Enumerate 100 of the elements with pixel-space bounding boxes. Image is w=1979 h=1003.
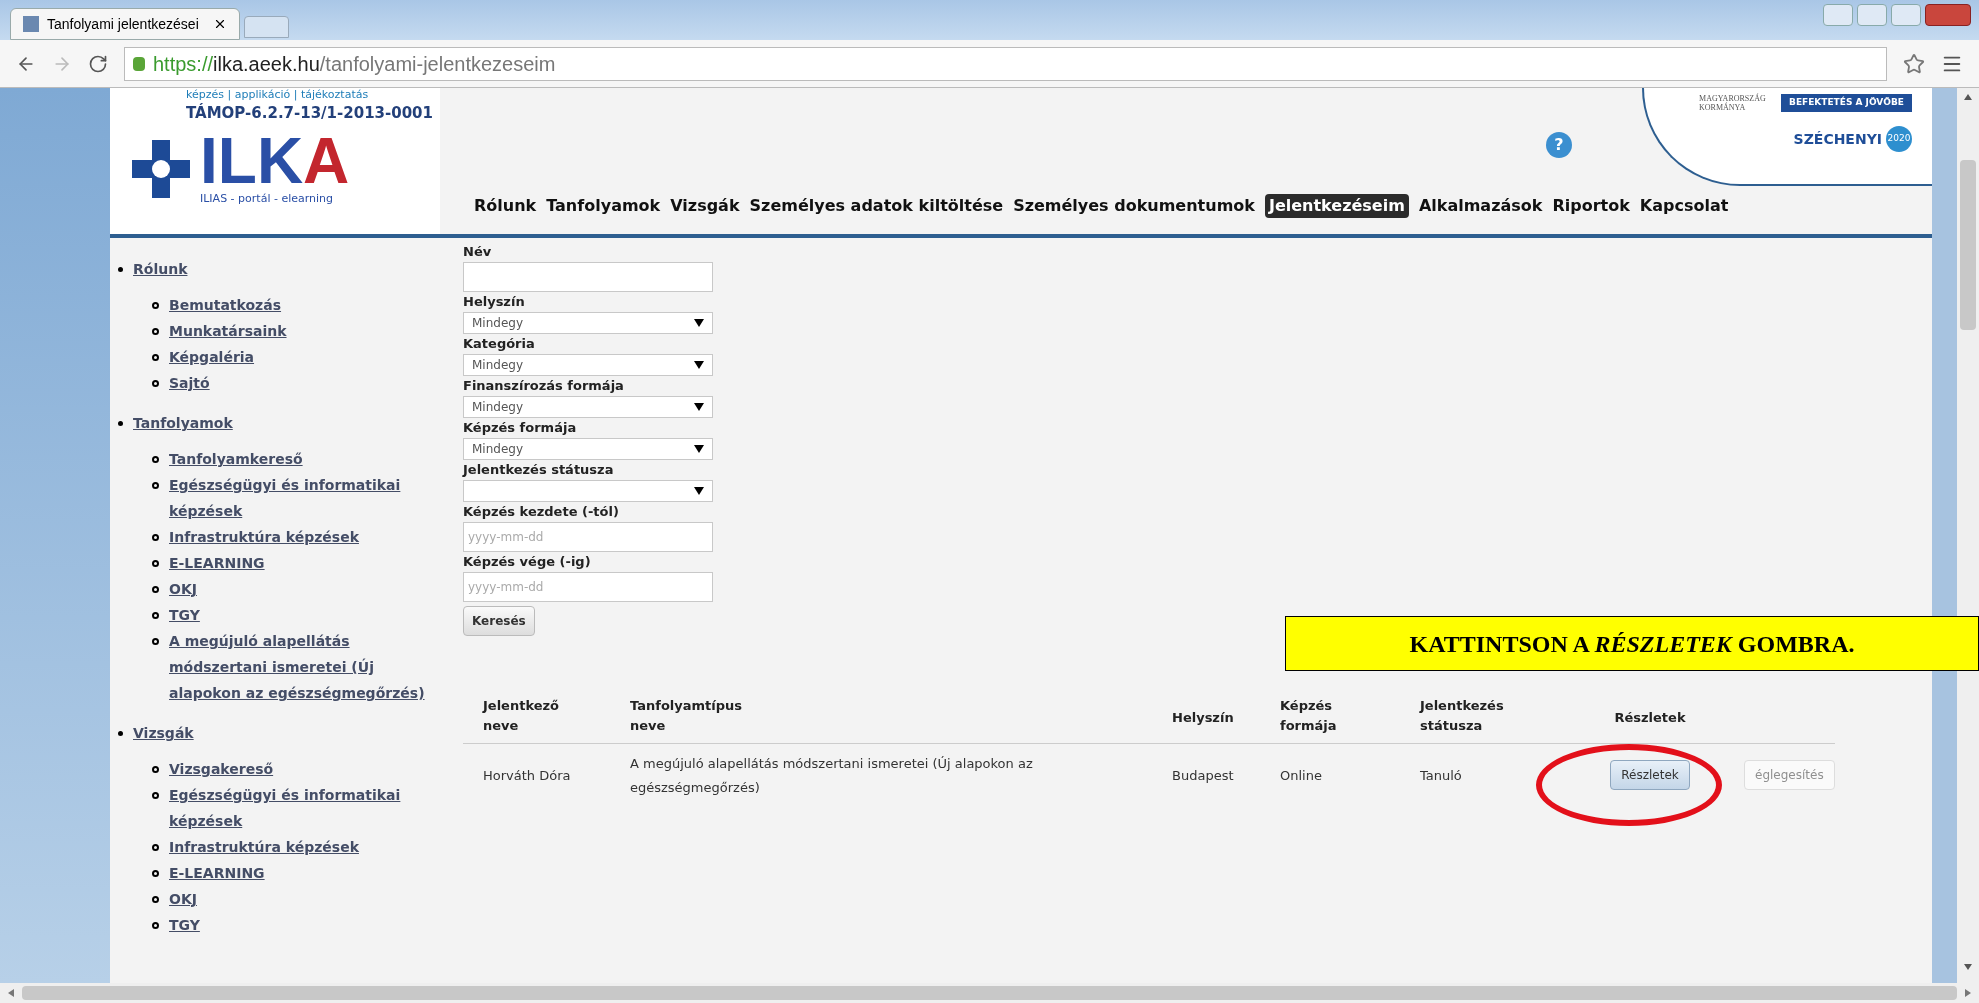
horizontal-scrollbar[interactable] — [0, 983, 1979, 1003]
scrollbar-thumb[interactable] — [22, 986, 1957, 1000]
sidebar-link[interactable]: TGY — [169, 912, 429, 938]
sidebar-link[interactable]: Tanfolyamok — [133, 410, 233, 436]
cross-logo-icon — [130, 137, 192, 200]
dropdown-arrow-icon — [694, 319, 704, 327]
table-cell: Horváth Dóra — [483, 768, 571, 783]
close-window-button[interactable] — [1925, 4, 1971, 26]
bullet-icon — [152, 302, 159, 309]
nav-link[interactable]: Tanfolyamok — [546, 194, 661, 218]
sidebar-link[interactable]: E-LEARNING — [169, 550, 429, 576]
logo-subtitle: ILIAS - portál - elearning — [200, 190, 335, 207]
lock-icon — [133, 56, 145, 71]
bullet-icon — [152, 638, 159, 645]
dropdown-field[interactable]: Mindegy — [463, 396, 713, 418]
bullet-icon — [152, 456, 159, 463]
bullet-icon — [152, 870, 159, 877]
vertical-scrollbar[interactable] — [1957, 88, 1979, 983]
sidebar-link[interactable]: A megújuló alapellátás módszertani ismeretei (Új alapokon az egészségmegőrzés) — [169, 628, 429, 706]
bullet-icon — [152, 354, 159, 361]
scroll-left-icon[interactable] — [8, 989, 14, 997]
nav-link[interactable]: Vizsgák — [670, 194, 740, 218]
table-cell: Budapest — [1172, 768, 1234, 783]
project-code: TÁMOP-6.2.7-13/1-2013-0001 — [186, 102, 434, 124]
sidebar-link[interactable]: Bemutatkozás — [169, 292, 429, 318]
government-label: MAGYARORSZÁG KORMÁNYA — [1699, 94, 1767, 112]
bullet-icon — [152, 792, 159, 799]
bullet-icon — [118, 731, 123, 736]
search-button[interactable]: Keresés — [463, 606, 535, 636]
table-cell: Online — [1280, 768, 1322, 783]
input-field[interactable]: yyyy-mm-dd — [463, 522, 713, 552]
field-label: Képzés vége (-ig) — [463, 553, 592, 571]
field-label: Helyszín — [463, 293, 526, 311]
dropdown-field[interactable]: Mindegy — [463, 354, 713, 376]
dropdown-arrow-icon — [694, 445, 704, 453]
sidebar-link[interactable]: TGY — [169, 602, 429, 628]
field-label: Jelentkezés státusza — [463, 461, 615, 479]
column-header: Képzés formája — [1280, 697, 1338, 735]
address-bar[interactable]: https://ilka.aeek.hu/tanfolyami-jelentkezeseim — [124, 46, 1887, 81]
nav-link[interactable]: Kapcsolat — [1639, 194, 1729, 218]
nav-link[interactable]: Alkalmazások — [1418, 194, 1543, 218]
table-cell: A megújuló alapellátás módszertani ismeretei (Új alapokon az egészségmegőrzés) — [630, 756, 1033, 795]
dropdown-field[interactable]: Mindegy — [463, 438, 713, 460]
browser-tab[interactable]: Tanfolyami jelentkezései — [10, 8, 240, 40]
scrollbar-thumb[interactable] — [1960, 160, 1976, 330]
sidebar-link[interactable]: Egészségügyi és informatikai képzések — [169, 472, 429, 524]
nav-link[interactable]: Rólunk — [474, 194, 537, 218]
bullet-icon — [118, 267, 123, 272]
nav-link[interactable]: Személyes adatok kiltöltése — [749, 194, 1004, 218]
bullet-icon — [152, 612, 159, 619]
input-field[interactable]: yyyy-mm-dd — [463, 572, 713, 602]
field-label: Képzés kezdete (-tól) — [463, 503, 620, 521]
column-header: Tanfolyamtípus neve — [630, 697, 744, 735]
dropdown-arrow-icon — [694, 361, 704, 369]
sidebar-link[interactable]: Munkatársaink — [169, 318, 429, 344]
sidebar-link[interactable]: Képgaléria — [169, 344, 429, 370]
minimize-button[interactable] — [1857, 4, 1887, 26]
sidebar-link[interactable]: Infrastruktúra képzések — [169, 834, 429, 860]
sidebar-link[interactable]: OKJ — [169, 886, 429, 912]
sidebar-link[interactable]: OKJ — [169, 576, 429, 602]
dropdown-field[interactable] — [463, 480, 713, 502]
new-tab-button[interactable] — [244, 16, 289, 38]
bullet-icon — [152, 560, 159, 567]
scroll-down-icon[interactable] — [1964, 964, 1972, 970]
dropdown-arrow-icon — [694, 487, 704, 495]
dropdown-field[interactable]: Mindegy — [463, 312, 713, 334]
star-icon[interactable] — [1903, 52, 1925, 75]
field-label: Finanszírozás formája — [463, 377, 625, 395]
sidebar-link[interactable]: Vizsgák — [133, 720, 194, 746]
logo-tagline: képzés | applikáció | tájékoztatás — [186, 88, 370, 102]
nav-link[interactable]: Riportok — [1552, 194, 1630, 218]
reload-icon[interactable] — [88, 53, 108, 74]
nav-link[interactable]: Személyes dokumentumok — [1013, 194, 1255, 218]
bullet-icon — [152, 844, 159, 851]
page-icon — [23, 16, 39, 32]
close-icon[interactable] — [213, 17, 227, 31]
user-button[interactable] — [1823, 4, 1853, 26]
sidebar-link[interactable]: Egészségügyi és informatikai képzések — [169, 782, 429, 834]
url-text: https://ilka.aeek.hu/tanfolyami-jelentkezeseim — [153, 51, 556, 77]
instruction-callout: KATTINTSON A RÉSZLETEK GOMBRA. — [1285, 616, 1979, 671]
sidebar-link[interactable]: E-LEARNING — [169, 860, 429, 886]
table-cell: Tanuló — [1420, 768, 1462, 783]
sidebar-link[interactable]: Vizsgakereső — [169, 756, 429, 782]
sidebar-link[interactable]: Infrastruktúra képzések — [169, 524, 429, 550]
column-header: Helyszín — [1172, 708, 1234, 727]
sidebar-link[interactable]: Tanfolyamkereső — [169, 446, 429, 472]
input-field[interactable] — [463, 262, 713, 292]
nav-link[interactable]: Jelentkezéseim — [1264, 194, 1409, 218]
field-label: Kategória — [463, 335, 536, 353]
logo-text: ILKA — [200, 130, 350, 191]
details-button[interactable]: Részletek — [1610, 760, 1690, 790]
sidebar-link[interactable]: Rólunk — [133, 256, 188, 282]
field-label: Képzés formája — [463, 419, 578, 437]
slogan-banner: BEFEKTETÉS A JÖVŐBE — [1781, 94, 1912, 112]
maximize-button[interactable] — [1891, 4, 1921, 26]
bullet-icon — [152, 896, 159, 903]
scroll-up-icon[interactable] — [1964, 94, 1972, 100]
sidebar-link[interactable]: Sajtó — [169, 370, 429, 396]
field-label: Név — [463, 243, 493, 261]
scroll-right-icon[interactable] — [1965, 989, 1971, 997]
